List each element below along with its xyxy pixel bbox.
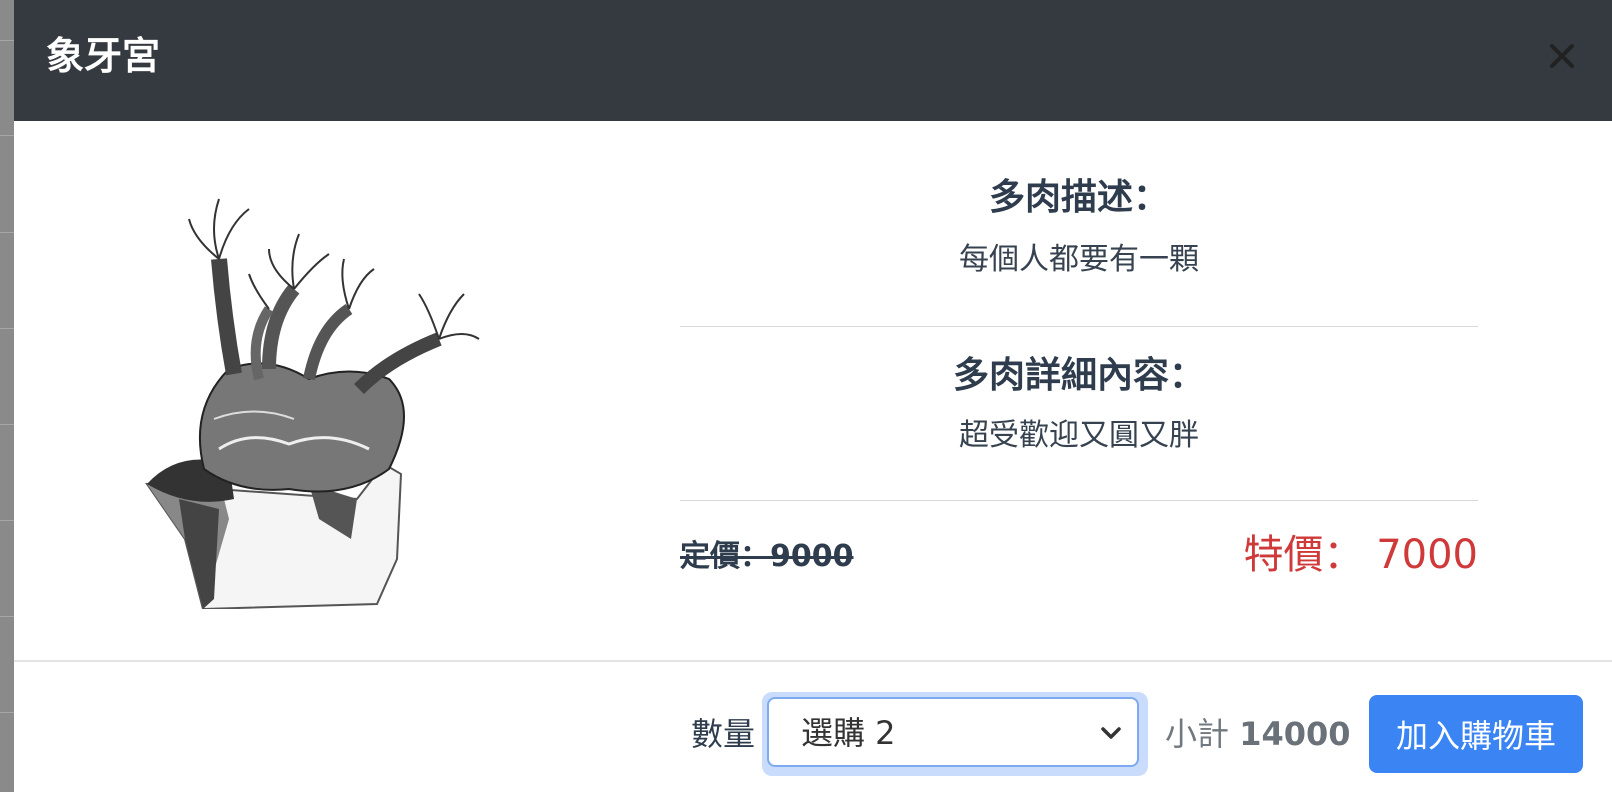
add-to-cart-button[interactable]: 加入購物車 [1369,695,1583,773]
product-details: 多肉描述： 每個人都要有一顆 多肉詳細內容： 超受歡迎又圓又胖 定價：9000 … [680,121,1478,581]
subtotal: 小計 14000 [1165,714,1351,754]
sale-price-label: 特價： [1243,532,1364,578]
modal-body: 多肉描述： 每個人都要有一顆 多肉詳細內容： 超受歡迎又圓又胖 定價：9000 … [14,121,1612,661]
detail-section: 多肉詳細內容： 超受歡迎又圓又胖 [680,327,1478,501]
quantity-label: 數量 [691,715,756,753]
description-heading: 多肉描述： [988,177,1169,218]
sale-price: 特價： 7000 [1243,530,1478,580]
quantity-select-focus-ring: 選購 2 [762,692,1148,776]
original-price-label: 定價： [680,539,770,574]
description-section: 多肉描述： 每個人都要有一顆 [680,121,1478,327]
subtotal-value: 14000 [1239,715,1351,753]
chevron-down-icon [1101,727,1121,739]
product-modal: 象牙宮 多肉描述： 每個人都要有一顆 多肉詳細內容： 超受歡迎又圓又胖 定價：9… [14,0,1612,792]
quantity-select[interactable]: 選購 2 [767,697,1139,767]
original-price-value: 9000 [770,539,854,574]
modal-footer: 數量 選購 2 小計 14000 加入購物車 [14,660,1612,792]
close-icon [1550,44,1574,68]
detail-heading: 多肉詳細內容： [952,355,1205,396]
modal-title: 象牙宮 [46,34,161,78]
modal-header: 象牙宮 [14,0,1612,121]
price-row: 定價：9000 特價： 7000 [680,501,1478,581]
product-image [144,198,480,609]
subtotal-label: 小計 [1165,715,1230,753]
quantity-selected-value: 選購 2 [801,714,896,752]
close-button[interactable] [1542,36,1582,76]
detail-text: 超受歡迎又圓又胖 [959,418,1199,453]
original-price: 定價：9000 [680,537,854,577]
description-text: 每個人都要有一顆 [959,242,1199,277]
sale-price-value: 7000 [1376,532,1478,578]
